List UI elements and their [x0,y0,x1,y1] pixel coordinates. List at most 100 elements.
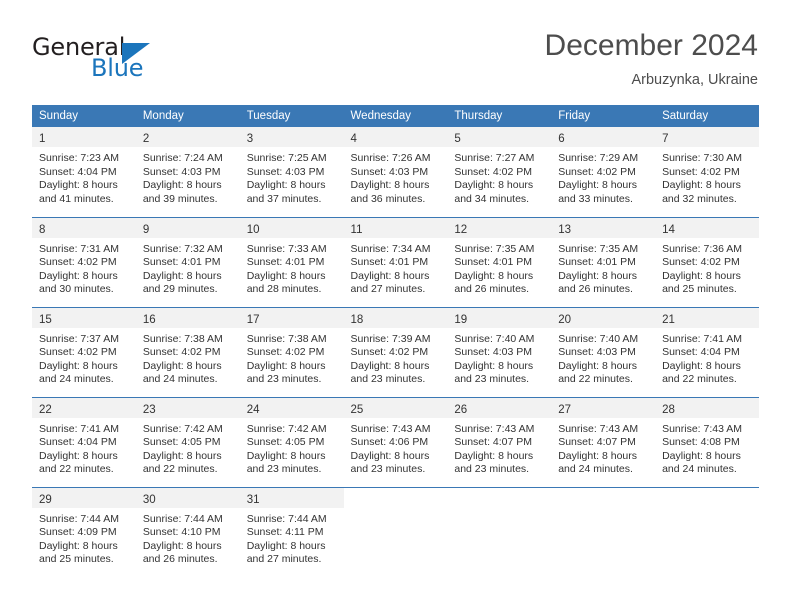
calendar-day-cell[interactable]: 31 Sunrise: 7:44 AM Sunset: 4:11 PM Dayligh… [239,486,344,577]
daylight-text-line1: Daylight: 8 hours [454,449,534,462]
calendar-day-cell[interactable]: 12 Sunrise: 7:35 AM Sunset: 4:01 PM Dayligh… [447,216,552,307]
daylight-text-line2: and 23 minutes. [454,373,530,386]
sunset-text: Sunset: 4:03 PM [246,165,325,178]
calendar-day-cell[interactable]: 11 Sunrise: 7:34 AM Sunset: 4:01 PM Dayligh… [343,216,448,307]
calendar-day-cell[interactable]: 30 Sunrise: 7:44 AM Sunset: 4:10 PM Dayligh… [135,486,240,577]
calendar-day-cell[interactable]: 27 Sunrise: 7:43 AM Sunset: 4:07 PM Dayligh… [551,396,656,487]
sunrise-text: Sunrise: 7:44 AM [142,512,223,525]
daylight-text-line1: Daylight: 8 hours [662,179,741,192]
day-number-band: 17 [239,307,344,328]
day-number: 9 [142,223,150,236]
day-number-band: 30 [135,487,240,508]
daylight-text-line2: and 24 minutes. [558,463,633,476]
calendar-day-cell[interactable]: 9 Sunrise: 7:32 AM Sunset: 4:01 PM Daylight… [135,216,240,307]
calendar-day-cell[interactable]: 6 Sunrise: 7:29 AM Sunset: 4:02 PM Daylight… [551,127,656,217]
sunset-text: Sunset: 4:05 PM [142,436,221,449]
daylight-text-line1: Daylight: 8 hours [558,359,638,372]
day-details: Sunrise: 7:37 AM Sunset: 4:02 PM Daylight:… [32,328,136,387]
calendar-day-cell[interactable]: 20 Sunrise: 7:40 AM Sunset: 4:03 PM Dayligh… [551,306,656,397]
sunset-text: Sunset: 4:05 PM [246,436,325,449]
day-cell-inner: 7 Sunrise: 7:30 AM Sunset: 4:02 PM Daylight… [655,127,759,215]
sunrise-text: Sunrise: 7:35 AM [558,242,639,255]
day-number-band: 5 [447,127,552,147]
calendar-day-cell[interactable]: 2 Sunrise: 7:24 AM Sunset: 4:03 PM Daylight… [135,127,240,217]
calendar-day-cell[interactable]: 4 Sunrise: 7:26 AM Sunset: 4:03 PM Daylight… [343,127,448,217]
day-number-band: 22 [32,397,136,418]
daylight-text-line2: and 27 minutes. [246,553,322,566]
sunrise-text: Sunrise: 7:29 AM [558,152,639,164]
day-number: 15 [39,313,52,326]
daylight-text-line2: and 22 minutes. [142,463,218,476]
general-blue-logo[interactable]: General Blue [32,33,212,85]
day-cell-inner: 18 Sunrise: 7:39 AM Sunset: 4:02 PM Dayligh… [343,307,448,396]
day-cell-inner: 3 Sunrise: 7:25 AM Sunset: 4:03 PM Daylight… [239,127,344,215]
day-number: 21 [662,313,675,326]
calendar-day-cell[interactable]: 24 Sunrise: 7:42 AM Sunset: 4:05 PM Dayligh… [239,396,344,487]
calendar-day-cell[interactable]: 23 Sunrise: 7:42 AM Sunset: 4:05 PM Dayligh… [135,396,240,487]
sunset-text: Sunset: 4:02 PM [39,346,117,359]
calendar-day-cell[interactable]: 13 Sunrise: 7:35 AM Sunset: 4:01 PM Dayligh… [551,216,656,307]
sunset-text: Sunset: 4:04 PM [39,165,117,178]
calendar-day-cell[interactable]: 8 Sunrise: 7:31 AM Sunset: 4:02 PM Daylight… [32,216,136,307]
sunset-text: Sunset: 4:10 PM [142,526,221,539]
calendar-day-cell[interactable]: 25 Sunrise: 7:43 AM Sunset: 4:06 PM Dayligh… [343,396,448,487]
sunrise-text: Sunrise: 7:34 AM [350,242,431,255]
calendar-day-cell[interactable]: 3 Sunrise: 7:25 AM Sunset: 4:03 PM Daylight… [239,127,344,217]
daylight-text-line2: and 27 minutes. [350,283,426,296]
calendar-body: 1 Sunrise: 7:23 AM Sunset: 4:04 PM Daylight… [32,127,759,577]
sunrise-text: Sunrise: 7:44 AM [39,512,119,525]
daylight-text-line1: Daylight: 8 hours [558,269,638,282]
day-number: 5 [454,133,461,145]
sunset-text: Sunset: 4:11 PM [246,526,324,539]
weekday-header-saturday: Saturday [655,105,759,127]
daylight-text-line2: and 33 minutes. [558,192,633,205]
day-number-band: 25 [343,397,448,418]
calendar-day-cell[interactable]: 10 Sunrise: 7:33 AM Sunset: 4:01 PM Dayligh… [239,216,344,307]
calendar-day-cell[interactable]: 5 Sunrise: 7:27 AM Sunset: 4:02 PM Daylight… [447,127,552,217]
calendar-week-row: 15 Sunrise: 7:37 AM Sunset: 4:02 PM Dayligh… [32,306,759,397]
calendar-day-cell[interactable]: 7 Sunrise: 7:30 AM Sunset: 4:02 PM Daylight… [655,127,759,217]
day-cell-inner: 11 Sunrise: 7:34 AM Sunset: 4:01 PM Dayligh… [343,217,448,306]
daylight-text-line2: and 32 minutes. [662,192,737,205]
calendar-day-cell[interactable]: 29 Sunrise: 7:44 AM Sunset: 4:09 PM Dayligh… [32,486,136,577]
daylight-text-line2: and 29 minutes. [142,283,218,296]
daylight-text-line1: Daylight: 8 hours [454,269,534,282]
day-cell-inner: 20 Sunrise: 7:40 AM Sunset: 4:03 PM Dayligh… [551,307,656,396]
day-cell-inner: 15 Sunrise: 7:37 AM Sunset: 4:02 PM Dayligh… [32,307,136,396]
daylight-text-line2: and 24 minutes. [39,373,114,386]
calendar-day-cell[interactable]: 18 Sunrise: 7:39 AM Sunset: 4:02 PM Dayligh… [343,306,448,397]
day-number: 14 [662,223,675,236]
day-details: Sunrise: 7:23 AM Sunset: 4:04 PM Daylight:… [32,147,136,206]
calendar-day-cell[interactable]: 17 Sunrise: 7:38 AM Sunset: 4:02 PM Dayligh… [239,306,344,397]
weekday-header-sunday: Sunday [32,105,136,127]
day-cell-inner: 9 Sunrise: 7:32 AM Sunset: 4:01 PM Daylight… [135,217,240,306]
daylight-text-line2: and 39 minutes. [142,192,218,205]
calendar-day-cell[interactable]: 26 Sunrise: 7:43 AM Sunset: 4:07 PM Dayligh… [447,396,552,487]
calendar-day-cell[interactable]: 19 Sunrise: 7:40 AM Sunset: 4:03 PM Dayligh… [447,306,552,397]
daylight-text-line1: Daylight: 8 hours [39,269,118,282]
calendar-day-cell[interactable]: 16 Sunrise: 7:38 AM Sunset: 4:02 PM Dayligh… [135,306,240,397]
day-details: Sunrise: 7:29 AM Sunset: 4:02 PM Daylight:… [551,147,655,206]
daylight-text-line2: and 34 minutes. [454,192,530,205]
day-number-band: 27 [551,397,656,418]
daylight-text-line2: and 25 minutes. [39,553,114,566]
calendar-day-cell[interactable]: 28 Sunrise: 7:43 AM Sunset: 4:08 PM Dayligh… [655,396,759,487]
day-number-band: 1 [32,127,136,147]
calendar-day-cell[interactable]: 1 Sunrise: 7:23 AM Sunset: 4:04 PM Daylight… [32,127,136,217]
sunrise-text: Sunrise: 7:32 AM [142,242,223,255]
sunset-text: Sunset: 4:08 PM [662,436,740,449]
day-number-band: 26 [447,397,552,418]
calendar-day-cell[interactable]: 14 Sunrise: 7:36 AM Sunset: 4:02 PM Dayligh… [655,216,759,307]
day-cell-inner: 6 Sunrise: 7:29 AM Sunset: 4:02 PM Daylight… [551,127,656,215]
day-number-band: 28 [655,397,759,418]
calendar-header-row: Sunday Monday Tuesday Wednesday Thursday Frid… [32,105,759,127]
calendar-day-cell[interactable]: 22 Sunrise: 7:41 AM Sunset: 4:04 PM Dayligh… [32,396,136,487]
sunset-text: Sunset: 4:01 PM [558,256,636,269]
day-details: Sunrise: 7:30 AM Sunset: 4:02 PM Daylight:… [655,147,759,206]
daylight-text-line2: and 26 minutes. [558,283,633,296]
sunset-text: Sunset: 4:01 PM [246,256,325,269]
day-cell-inner: 2 Sunrise: 7:24 AM Sunset: 4:03 PM Daylight… [135,127,240,215]
calendar-day-cell[interactable]: 21 Sunrise: 7:41 AM Sunset: 4:04 PM Dayligh… [655,306,759,397]
day-number-band: 19 [447,307,552,328]
calendar-day-cell[interactable]: 15 Sunrise: 7:37 AM Sunset: 4:02 PM Dayligh… [32,306,136,397]
